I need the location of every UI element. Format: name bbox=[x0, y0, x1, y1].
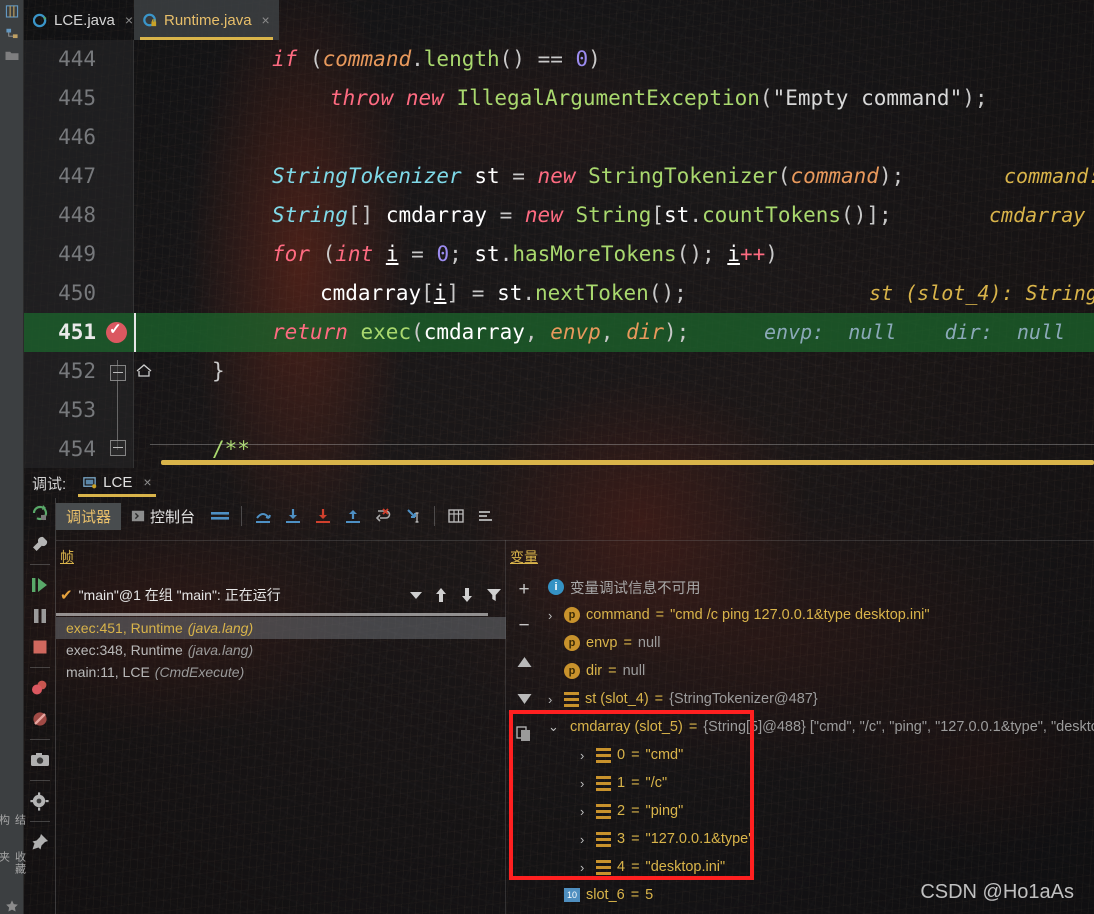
fold-collapse-icon[interactable] bbox=[110, 365, 126, 381]
code-line[interactable]: 445 throw new IllegalArgumentException("E… bbox=[24, 79, 1094, 118]
ide-window: 结构 收藏夹 LCE.java × Runtime.java × 444 if … bbox=[0, 0, 1094, 914]
close-icon[interactable]: × bbox=[262, 12, 270, 28]
line-code: if (command.length() == 0) bbox=[272, 47, 601, 71]
divider-5 bbox=[29, 821, 50, 822]
debug-toolbar[interactable]: 调试器 控制台 bbox=[24, 498, 1094, 534]
java-class-icon bbox=[32, 13, 48, 28]
toolbar-divider bbox=[241, 506, 243, 526]
step-out-icon[interactable] bbox=[338, 501, 368, 531]
camera-icon[interactable] bbox=[29, 749, 51, 771]
layout-icon[interactable] bbox=[205, 501, 235, 531]
line-code: cmdarray[i] = st.nextToken(); bbox=[320, 281, 687, 305]
left-tool-rail[interactable]: 结构 收藏夹 bbox=[0, 0, 26, 914]
rail-label-favorites[interactable]: 收藏夹 bbox=[0, 847, 28, 888]
line-number: 444 bbox=[58, 47, 96, 71]
pin-icon[interactable] bbox=[29, 831, 51, 853]
divider bbox=[29, 564, 50, 565]
line-code: } bbox=[212, 359, 225, 383]
code-line[interactable]: 447 StringTokenizer st = new StringTokeni… bbox=[24, 157, 1094, 196]
line-number: 448 bbox=[58, 203, 96, 227]
inline-debug-hint: cmdarray bbox=[989, 203, 1086, 227]
code-line[interactable]: 451 return exec(cmdarray, envp, dir); envp… bbox=[24, 313, 1094, 352]
code-line[interactable]: 450 cmdarray[i] = st.nextToken(); st (slot… bbox=[24, 274, 1094, 313]
line-code: StringTokenizer st = new StringTokenizer… bbox=[272, 164, 905, 188]
inline-debug-hint: st (slot_4): StringTokeni bbox=[869, 281, 1094, 305]
debug-side-toolbar[interactable] bbox=[24, 498, 56, 914]
java-class-readonly-icon bbox=[143, 13, 158, 28]
debug-label: 调试: bbox=[32, 475, 67, 493]
mute-breakpoints-icon[interactable] bbox=[29, 708, 51, 730]
code-separator bbox=[150, 444, 1094, 445]
code-line[interactable]: 452} bbox=[24, 352, 1094, 391]
tab-label: LCE.java bbox=[54, 11, 115, 29]
run-configuration-icon bbox=[83, 476, 97, 488]
code-editor[interactable]: 444 if (command.length() == 0) 445 throw ne… bbox=[24, 40, 1094, 468]
inline-debug-hint: envp: null dir: null bbox=[764, 320, 1066, 344]
tab-runtime-java[interactable]: Runtime.java × bbox=[134, 0, 279, 40]
line-number: 449 bbox=[58, 242, 96, 266]
view-breakpoints-icon[interactable] bbox=[29, 677, 51, 699]
structure-icon[interactable] bbox=[4, 26, 20, 41]
code-line[interactable]: 446 bbox=[24, 118, 1094, 157]
inline-debug-hint: command: bbox=[1004, 164, 1094, 188]
step-over-icon[interactable] bbox=[248, 501, 278, 531]
close-icon[interactable]: × bbox=[125, 12, 133, 28]
sort-values-icon[interactable] bbox=[471, 501, 501, 531]
console-icon bbox=[131, 510, 145, 522]
editor-tab-bar: LCE.java × Runtime.java × bbox=[0, 0, 1094, 40]
line-number: 452 bbox=[58, 359, 96, 383]
rail-label-structure[interactable]: 结构 bbox=[0, 810, 28, 840]
line-code: return exec(cmdarray, envp, dir); bbox=[272, 320, 690, 344]
line-code: for (int i = 0; st.hasMoreTokens(); i++) bbox=[272, 242, 778, 266]
divider-2 bbox=[29, 667, 50, 668]
code-line[interactable]: 453 bbox=[24, 391, 1094, 430]
tab-lce-java[interactable]: LCE.java × bbox=[24, 0, 142, 40]
toolbar-divider-2 bbox=[434, 506, 436, 526]
force-step-into-icon[interactable] bbox=[308, 501, 338, 531]
project-icon[interactable] bbox=[4, 4, 20, 19]
line-number: 447 bbox=[58, 164, 96, 188]
line-number: 453 bbox=[58, 398, 96, 422]
code-line[interactable]: 448 String[] cmdarray = new String[st.cou… bbox=[24, 196, 1094, 235]
settings-gear-icon[interactable] bbox=[29, 790, 51, 812]
settings-wrench-icon[interactable] bbox=[29, 533, 51, 555]
evaluate-expression-icon[interactable] bbox=[441, 501, 471, 531]
rerun-icon[interactable] bbox=[29, 502, 51, 524]
method-home-icon bbox=[136, 364, 152, 377]
line-number: 446 bbox=[58, 125, 96, 149]
tab-console-label: 控制台 bbox=[150, 508, 196, 526]
run-to-cursor-icon[interactable] bbox=[398, 501, 428, 531]
line-number: 454 bbox=[58, 437, 96, 461]
star-icon[interactable] bbox=[4, 899, 20, 914]
line-code: String[] cmdarray = new String[st.countT… bbox=[272, 203, 892, 227]
code-line[interactable]: 444 if (command.length() == 0) bbox=[24, 40, 1094, 79]
stop-icon[interactable] bbox=[29, 636, 51, 658]
divider-4 bbox=[29, 780, 50, 781]
close-icon[interactable]: × bbox=[143, 474, 151, 490]
debug-session-tab-label: LCE bbox=[103, 473, 133, 491]
debug-session-tab-lce[interactable]: LCE × bbox=[74, 470, 159, 497]
debug-session-tabrow: 调试: LCE × bbox=[24, 468, 1094, 498]
resume-program-icon[interactable] bbox=[29, 574, 51, 596]
breakpoint-icon[interactable] bbox=[106, 320, 127, 343]
fold-collapse-icon-2[interactable] bbox=[110, 440, 126, 456]
drop-frame-icon[interactable] bbox=[368, 501, 398, 531]
search-highlight-bar bbox=[161, 460, 1094, 465]
pause-program-icon[interactable] bbox=[29, 605, 51, 627]
code-line[interactable]: 449 for (int i = 0; st.hasMoreTokens(); i… bbox=[24, 235, 1094, 274]
line-number: 450 bbox=[58, 281, 96, 305]
code-lines: 444 if (command.length() == 0) 445 throw ne… bbox=[24, 40, 1094, 468]
line-number: 445 bbox=[58, 86, 96, 110]
tab-debugger-label: 调试器 bbox=[66, 508, 112, 526]
step-into-icon[interactable] bbox=[278, 501, 308, 531]
tab-console[interactable]: 控制台 bbox=[121, 503, 205, 530]
tab-label: Runtime.java bbox=[164, 11, 252, 29]
debug-panel: 调试: LCE × 调试器 控制台 bbox=[24, 468, 1094, 914]
folder-icon[interactable] bbox=[4, 48, 20, 63]
tab-debugger[interactable]: 调试器 bbox=[56, 502, 122, 530]
line-code: throw new IllegalArgumentException("Empt… bbox=[330, 86, 988, 110]
divider-3 bbox=[29, 739, 50, 740]
line-number: 451 bbox=[58, 320, 96, 344]
